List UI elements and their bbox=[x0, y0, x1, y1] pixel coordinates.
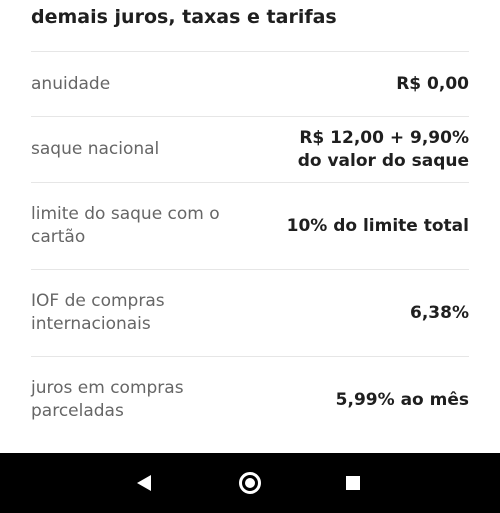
fees-content: demais juros, taxas e tarifas anuidade R… bbox=[0, 0, 500, 453]
fee-label: saque nacional bbox=[31, 139, 160, 159]
fee-label: limite do saque com o cartão bbox=[31, 204, 220, 247]
recents-button[interactable] bbox=[323, 453, 383, 513]
system-navigation-bar bbox=[0, 453, 500, 513]
fee-label: juros em compras parceladas bbox=[31, 378, 184, 421]
fee-value: 10% do limite total bbox=[286, 215, 469, 236]
recents-square-icon bbox=[346, 476, 360, 490]
fee-row-installment-interest: juros em compras parceladas 5,99% ao mês bbox=[31, 357, 469, 443]
section-title: demais juros, taxas e tarifas bbox=[31, 6, 337, 28]
fee-row-withdrawal-limit: limite do saque com o cartão 10% do limi… bbox=[31, 183, 469, 269]
home-button[interactable] bbox=[220, 453, 280, 513]
back-triangle-icon bbox=[137, 475, 151, 491]
fee-row-iof: IOF de compras internacionais 6,38% bbox=[31, 270, 469, 356]
fee-value: R$ 12,00 + 9,90% do valor do saque bbox=[297, 127, 469, 171]
fee-label: IOF de compras internacionais bbox=[31, 291, 165, 334]
back-button[interactable] bbox=[114, 453, 174, 513]
fee-row-withdrawal: saque nacional R$ 12,00 + 9,90% do valor… bbox=[31, 117, 469, 182]
fee-value: 5,99% ao mês bbox=[335, 389, 469, 410]
fee-value: R$ 0,00 bbox=[396, 73, 469, 94]
home-circle-icon bbox=[239, 472, 261, 494]
fee-value: 6,38% bbox=[410, 302, 469, 323]
fee-label: anuidade bbox=[31, 73, 111, 94]
fee-row-annuity: anuidade R$ 0,00 bbox=[31, 52, 469, 116]
